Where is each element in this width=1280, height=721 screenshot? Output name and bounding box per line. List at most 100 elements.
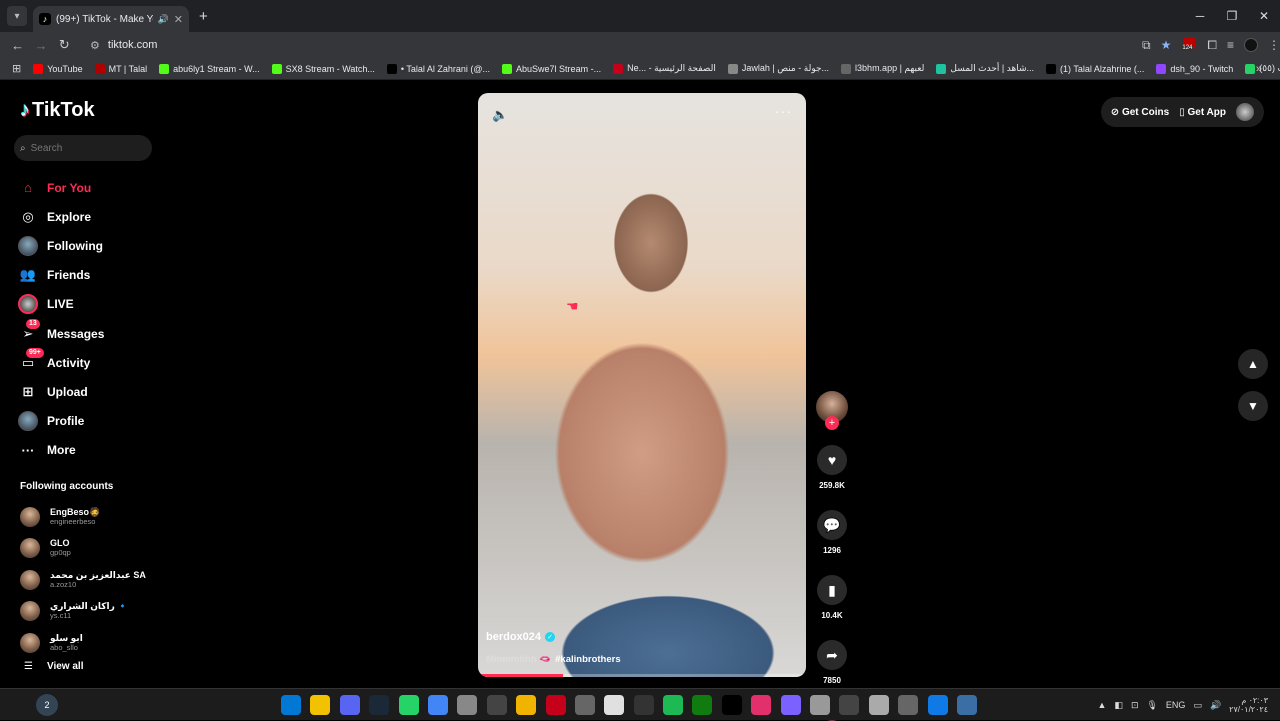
- following-account-item[interactable]: GLO gp0qp: [20, 533, 146, 565]
- taskbar-capcut-icon[interactable]: [721, 695, 742, 715]
- video-progress-bar[interactable]: [478, 674, 806, 677]
- get-app-button[interactable]: ▯ Get App: [1179, 107, 1226, 118]
- taskbar-store-icon[interactable]: [604, 695, 625, 715]
- video-player[interactable]: 🔈 ··· berdox024 ✓ Mmmmhhh 🫦 #kalinbrothe…: [478, 93, 806, 677]
- language-indicator[interactable]: ENG: [1166, 700, 1186, 710]
- taskbar-steam-icon[interactable]: [369, 695, 390, 715]
- nav-item-explore[interactable]: ◎ Explore: [18, 202, 104, 231]
- taskbar-settings-icon[interactable]: [868, 695, 889, 715]
- video-more-icon[interactable]: ···: [775, 103, 792, 119]
- bookmark-item[interactable]: dsh_90 - Twitch: [1156, 63, 1233, 74]
- creator-avatar[interactable]: +: [816, 391, 848, 430]
- bookmarks-overflow-icon[interactable]: »: [1256, 63, 1262, 75]
- taskbar-xbox-icon[interactable]: [692, 695, 713, 715]
- weather-widget[interactable]: 2: [36, 694, 58, 716]
- tray-app-icon[interactable]: ◧: [1114, 700, 1123, 711]
- reload-button[interactable]: ↻: [53, 37, 76, 53]
- bookmark-star-icon[interactable]: ★: [1161, 38, 1172, 52]
- nav-item-for-you[interactable]: ⌂ For You: [18, 173, 104, 202]
- taskbar-adobe-icon[interactable]: [545, 695, 566, 715]
- share-action[interactable]: ➦ 7850: [816, 640, 848, 685]
- install-app-icon[interactable]: ⧉: [1142, 38, 1151, 53]
- back-button[interactable]: ←: [6, 38, 29, 53]
- forward-button[interactable]: →: [29, 38, 52, 53]
- taskbar-kick2-icon[interactable]: [898, 695, 919, 715]
- media-icon[interactable]: ≡: [1227, 38, 1234, 52]
- previous-video-button[interactable]: ▲: [1238, 349, 1268, 379]
- video-author[interactable]: berdox024 ✓: [486, 631, 556, 643]
- heart-icon[interactable]: ♥: [817, 445, 847, 475]
- taskbar-epic-icon[interactable]: [633, 695, 654, 715]
- new-tab-button[interactable]: +: [199, 8, 208, 25]
- extension-badge-icon[interactable]: 124: [1181, 37, 1197, 53]
- volume-tray-icon[interactable]: 🔊: [1210, 700, 1221, 711]
- minimize-button[interactable]: ─: [1184, 0, 1216, 32]
- search-box[interactable]: ⌕: [14, 135, 152, 161]
- next-video-button[interactable]: ▼: [1238, 391, 1268, 421]
- bookmark-item[interactable]: Jawlah | جولة - منص...: [727, 63, 829, 74]
- save-action[interactable]: ▮ 10.4K: [816, 575, 848, 620]
- taskbar-terminal-icon[interactable]: [486, 695, 507, 715]
- bookmark-item[interactable]: • Talal Al Zahrani (@...: [386, 63, 490, 74]
- microphone-icon[interactable]: 🎙: [1146, 700, 1157, 711]
- get-coins-button[interactable]: ⊘ Get Coins: [1111, 107, 1169, 118]
- taskbar-chrome-icon[interactable]: [427, 695, 448, 715]
- bookmark-item[interactable]: شاهد | أحدث المسل...: [936, 63, 1034, 74]
- clock[interactable]: ٠٢:٠٣ م ٢٧/٠١/٢٠٢٤: [1229, 696, 1268, 714]
- taskbar-instagram-icon[interactable]: [751, 695, 772, 715]
- browser-menu-icon[interactable]: ⋮: [1268, 38, 1280, 52]
- taskbar-search-icon[interactable]: [310, 695, 331, 715]
- taskbar-start-icon[interactable]: [281, 695, 301, 715]
- nav-item-live[interactable]: LIVE: [18, 290, 104, 319]
- profile-avatar[interactable]: [1244, 38, 1258, 52]
- user-avatar[interactable]: [1236, 103, 1254, 121]
- following-account-item[interactable]: EngBeso🧔 engineerbeso: [20, 501, 146, 533]
- bookmark-item[interactable]: abu6ly1 Stream - W...: [159, 63, 260, 74]
- hashtag-link[interactable]: #kalinbrothers: [555, 654, 620, 665]
- volume-icon[interactable]: 🔈: [492, 107, 508, 123]
- bookmark-item[interactable]: YouTube: [33, 63, 83, 74]
- nav-item-following[interactable]: Following: [18, 231, 104, 260]
- taskbar-vpn-icon[interactable]: [956, 695, 977, 715]
- following-account-item[interactable]: عبدالعزيز بن محمد SA a.zoz10: [20, 564, 146, 596]
- nav-item-messages[interactable]: ➢ 13 Messages: [18, 318, 104, 348]
- nav-item-friends[interactable]: 👥 Friends: [18, 261, 104, 290]
- extensions-icon[interactable]: ⧠: [1207, 38, 1217, 53]
- comment-action[interactable]: 💬 1296: [816, 510, 848, 555]
- following-account-item[interactable]: راكان الشراري 🔹 ys.c11: [20, 596, 146, 628]
- tiktok-logo[interactable]: ♪ TikTok: [20, 99, 95, 122]
- taskbar-explorer-icon[interactable]: [516, 695, 537, 715]
- like-action[interactable]: ♥ 259.8K: [816, 445, 848, 490]
- view-all-link[interactable]: ☰ View all: [24, 661, 83, 672]
- bookmark-icon[interactable]: ▮: [817, 575, 847, 605]
- url-field[interactable]: ⚙ tiktok.com: [82, 33, 1133, 57]
- comment-icon[interactable]: 💬: [817, 510, 847, 540]
- taskbar-whatsapp-icon[interactable]: [398, 695, 419, 715]
- nav-item-more[interactable]: ··· More: [18, 436, 104, 465]
- follow-plus-icon[interactable]: +: [825, 416, 839, 430]
- browser-tab[interactable]: ♪ (99+) TikTok - Make Your Day 🔊 ✕: [33, 6, 189, 32]
- taskbar-kick-icon[interactable]: [457, 695, 478, 715]
- tab-close-icon[interactable]: ✕: [174, 13, 183, 26]
- bookmark-item[interactable]: MT | Talal: [94, 63, 147, 74]
- bookmark-item[interactable]: واتساب (٥٥): [1245, 63, 1280, 74]
- bookmark-item[interactable]: Ne... - الصفحة الرئيسية: [613, 63, 716, 74]
- search-input[interactable]: [30, 142, 131, 154]
- taskbar-spotify-icon[interactable]: [663, 695, 684, 715]
- bookmark-item[interactable]: (1) Talal Alzahrine (...: [1046, 63, 1144, 74]
- nav-item-activity[interactable]: ▭ 99+ Activity: [18, 347, 104, 377]
- close-window-button[interactable]: ✕: [1248, 0, 1280, 32]
- nav-item-profile[interactable]: Profile: [18, 407, 104, 436]
- apps-grid-icon[interactable]: ⊞: [12, 62, 21, 75]
- network-icon[interactable]: ▭: [1193, 700, 1202, 711]
- nav-item-upload[interactable]: ⊞ Upload: [18, 377, 104, 406]
- bookmark-item[interactable]: AbuSwe7l Stream -...: [502, 63, 601, 74]
- bookmark-item[interactable]: l3bhm.app | لعبهم: [841, 63, 924, 74]
- tray-overflow-icon[interactable]: ▲: [1098, 700, 1107, 710]
- tab-search-button[interactable]: ▾: [7, 6, 27, 26]
- site-info-icon[interactable]: ⚙: [90, 39, 100, 52]
- taskbar-edge-icon[interactable]: [927, 695, 948, 715]
- taskbar-obs-icon[interactable]: [780, 695, 801, 715]
- taskbar-line-icon[interactable]: [810, 695, 831, 715]
- maximize-button[interactable]: ❐: [1216, 0, 1248, 32]
